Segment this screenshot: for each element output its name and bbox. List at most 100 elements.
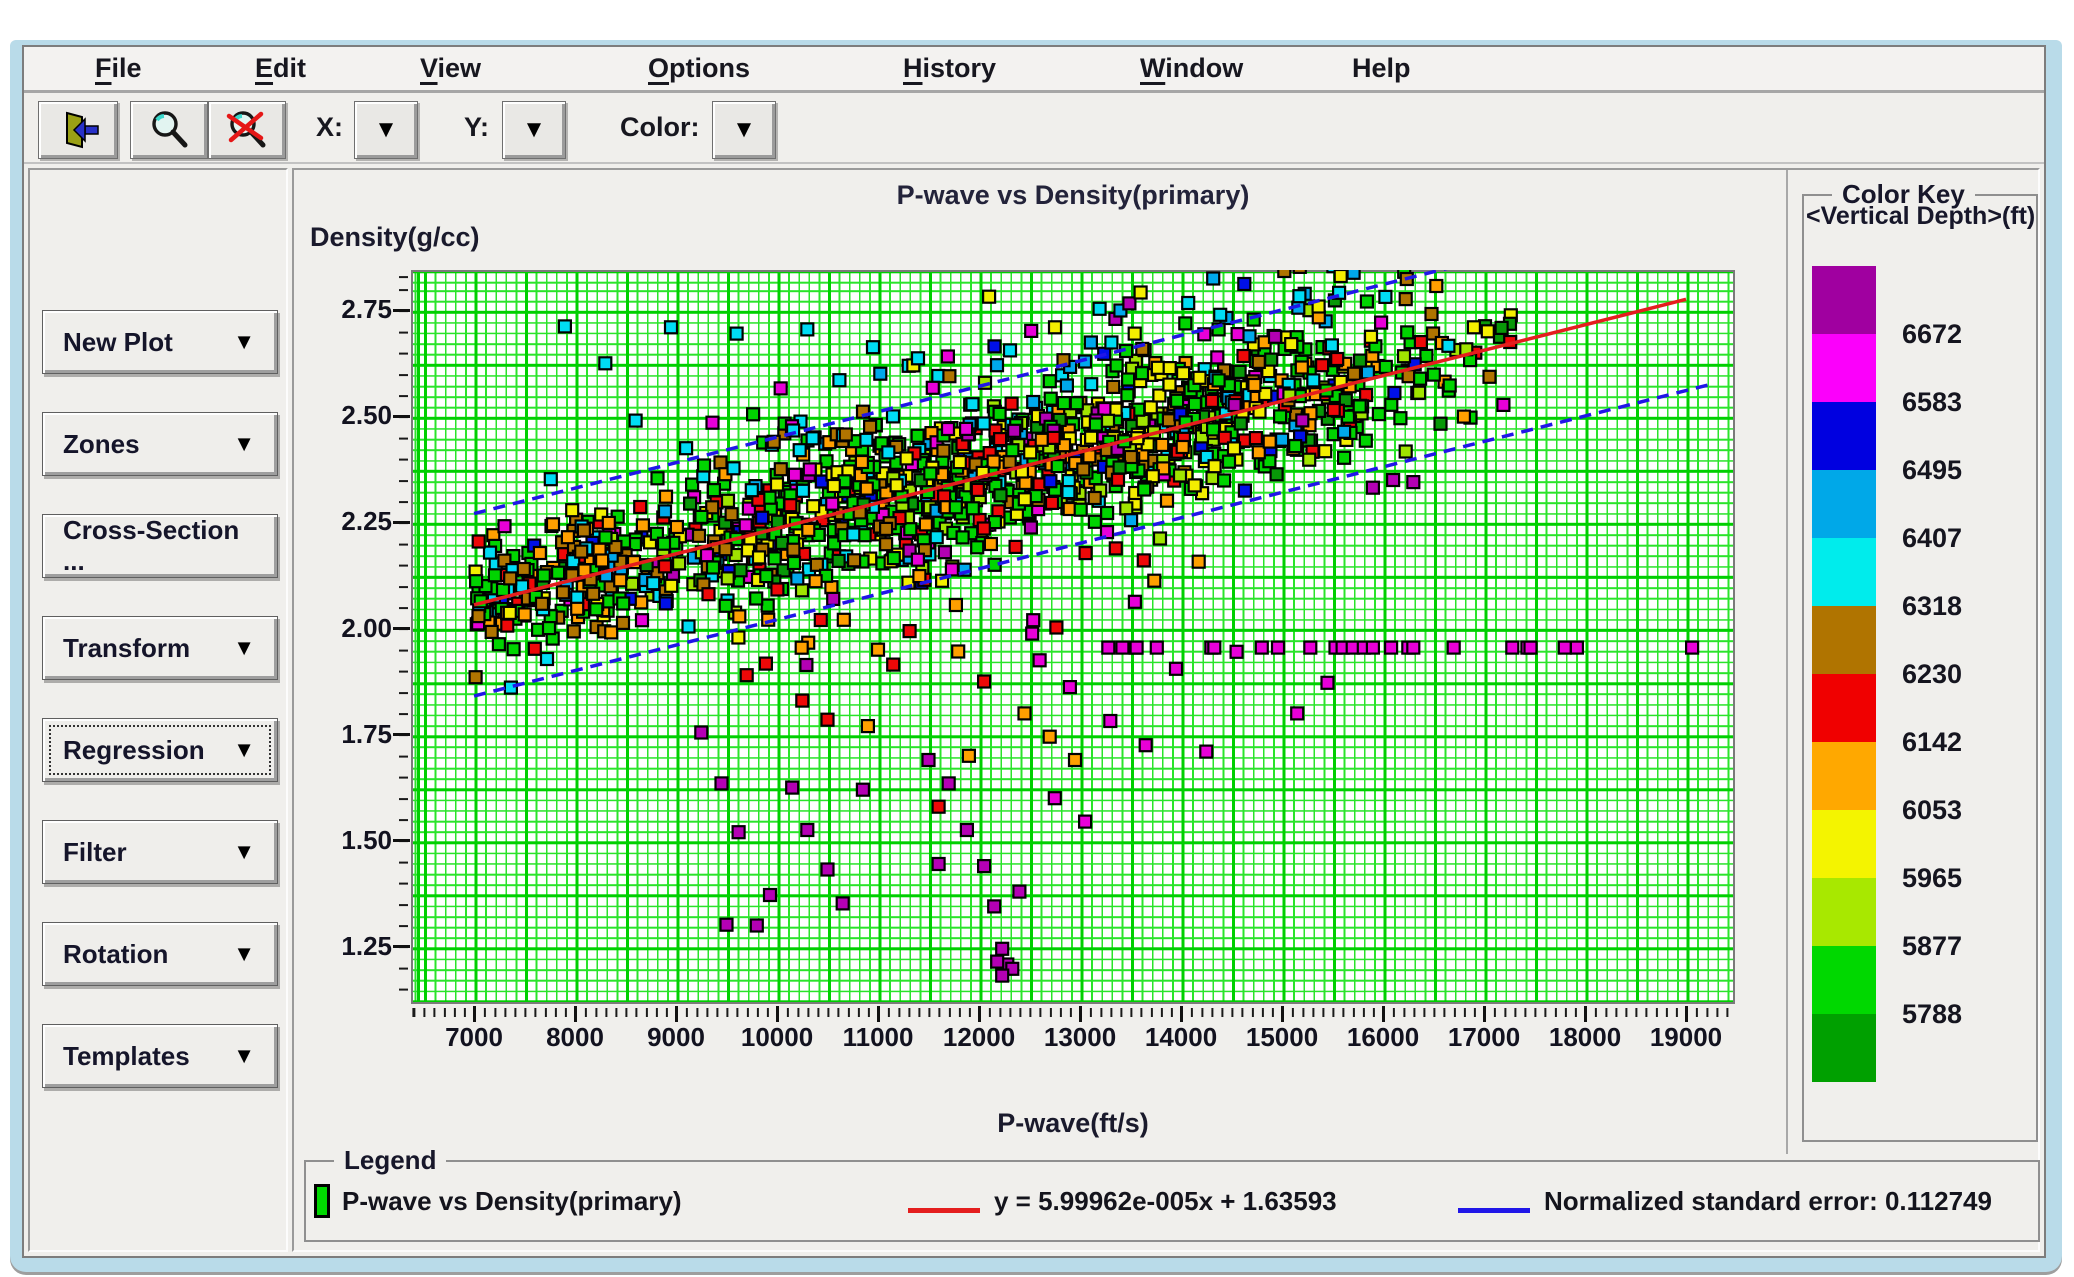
sidebar-button-label: Zones	[63, 429, 140, 460]
x-axis-field-label: X:	[316, 112, 343, 143]
sidebar-button-zones[interactable]: Zones▼	[42, 412, 278, 476]
sidebar-button-filter[interactable]: Filter▼	[42, 820, 278, 884]
color-key-label: 6583	[1902, 387, 1962, 418]
color-key-subtitle: <Vertical Depth>(ft)	[1806, 202, 2036, 231]
color-key-label: 6672	[1902, 319, 1962, 350]
y-tick-label: 2.00	[308, 613, 392, 644]
x-axis-dropdown[interactable]: ▼	[354, 101, 418, 159]
y-tick	[393, 627, 410, 630]
sidebar-button-label: Cross-Section ...	[63, 515, 255, 577]
chevron-down-icon: ▼	[522, 118, 546, 142]
x-tick	[978, 1006, 981, 1022]
x-tick	[1584, 1006, 1587, 1022]
color-key-band	[1812, 266, 1876, 334]
chevron-down-icon: ▼	[374, 118, 398, 142]
color-key-band	[1812, 674, 1876, 742]
color-key-band	[1812, 878, 1876, 946]
menu-item-window[interactable]: Window	[1140, 53, 1243, 84]
color-key-band	[1812, 742, 1876, 810]
color-key-label: 5877	[1902, 931, 1962, 962]
zoom-button[interactable]	[130, 101, 208, 159]
color-key-label: 6407	[1902, 523, 1962, 554]
color-key-label: 6495	[1902, 455, 1962, 486]
y-tick-label: 1.75	[308, 719, 392, 750]
color-dropdown[interactable]: ▼	[712, 101, 776, 159]
color-key-label: 6142	[1902, 727, 1962, 758]
x-tick	[1382, 1006, 1385, 1022]
x-tick	[1079, 1006, 1082, 1022]
y-tick-label: 2.75	[308, 294, 392, 325]
exit-door-icon	[55, 107, 101, 153]
chevron-down-icon: ▼	[233, 941, 255, 967]
legend-regression-label: y = 5.99962e-005x + 1.63593	[994, 1186, 1337, 1217]
plot-title: P-wave vs Density(primary)	[411, 180, 1735, 211]
color-key-label: 6053	[1902, 795, 1962, 826]
sidebar-button-cross-section[interactable]: Cross-Section ...	[42, 514, 278, 578]
x-axis-minor-ticks	[411, 1008, 1735, 1017]
sidebar-button-regression[interactable]: Regression ▼	[42, 718, 278, 782]
sidebar-button-rotation[interactable]: Rotation▼	[42, 922, 278, 986]
main-panel: P-wave vs Density(primary) Density(g/cc)…	[292, 168, 2040, 1252]
scatter-svg[interactable]	[411, 270, 1735, 1004]
x-tick	[574, 1006, 577, 1022]
y-axis-dropdown[interactable]: ▼	[502, 101, 566, 159]
x-tick	[776, 1006, 779, 1022]
sidebar-button-label: Templates	[63, 1041, 190, 1072]
regression-line-swatch	[908, 1208, 980, 1213]
sidebar-button-transform[interactable]: Transform▼	[42, 616, 278, 680]
color-key-box: Color Key <Vertical Depth>(ft) 667265836…	[1802, 194, 2038, 1142]
color-key-band	[1812, 946, 1876, 1014]
plot-panel: P-wave vs Density(primary) Density(g/cc)…	[294, 170, 1788, 1154]
y-tick	[393, 521, 410, 524]
y-axis-field-label: Y:	[464, 112, 489, 143]
color-key-band	[1812, 1014, 1876, 1082]
y-tick	[393, 839, 410, 842]
y-tick-label: 1.50	[308, 825, 392, 856]
legend-title: Legend	[334, 1145, 446, 1176]
unzoom-button[interactable]	[208, 101, 286, 159]
menu-item-history[interactable]: History	[903, 53, 996, 84]
y-axis-title: Density(g/cc)	[310, 222, 480, 253]
chevron-down-icon: ▼	[233, 329, 255, 355]
legend-box: Legend P-wave vs Density(primary) y = 5.…	[304, 1160, 2040, 1242]
x-tick	[1483, 1006, 1486, 1022]
color-field-label: Color:	[620, 112, 699, 143]
y-tick-label: 1.25	[308, 931, 392, 962]
sidebar-button-new-plot[interactable]: New Plot▼	[42, 310, 278, 374]
magnifier-icon	[147, 108, 191, 152]
menu-bar: File Edit View Options History Window Help	[24, 47, 2044, 93]
menu-item-file[interactable]: File	[95, 53, 142, 84]
chevron-down-icon: ▼	[233, 1043, 255, 1069]
app-chrome: File Edit View Options History Window Help	[22, 45, 2046, 1258]
sidebar-button-templates[interactable]: Templates ▼	[42, 1024, 278, 1088]
menu-item-view[interactable]: View	[420, 53, 481, 84]
color-key-label: 5965	[1902, 863, 1962, 894]
menu-item-options[interactable]: Options	[648, 53, 750, 84]
menu-item-edit[interactable]: Edit	[255, 53, 306, 84]
chevron-down-icon: ▼	[233, 737, 255, 763]
color-key-band	[1812, 470, 1876, 538]
sidebar-button-label: Filter	[63, 837, 127, 868]
sidebar-panel: New Plot▼Zones▼Cross-Section ...Transfor…	[28, 168, 288, 1252]
series-marker-swatch	[314, 1184, 330, 1218]
y-tick-label: 2.50	[308, 400, 392, 431]
x-tick	[877, 1006, 880, 1022]
legend-error-label: Normalized standard error: 0.112749	[1544, 1186, 1992, 1217]
color-key-band	[1812, 334, 1876, 402]
color-key-band	[1812, 606, 1876, 674]
color-key-band	[1812, 402, 1876, 470]
x-tick	[473, 1006, 476, 1022]
x-tick-label: 19000	[1626, 1022, 1746, 1053]
sidebar-button-label: Regression	[63, 735, 205, 766]
y-axis-minor-ticks	[399, 270, 408, 1004]
color-key-band	[1812, 810, 1876, 878]
y-tick	[393, 415, 410, 418]
magnifier-crossed-icon	[225, 108, 269, 152]
menu-item-help[interactable]: Help	[1352, 53, 1411, 84]
x-tick	[675, 1006, 678, 1022]
exit-button[interactable]	[38, 101, 118, 159]
x-axis-title: P-wave(ft/s)	[411, 1108, 1735, 1139]
color-key-bar	[1812, 266, 1876, 1082]
y-tick	[393, 945, 410, 948]
color-key-label: 6318	[1902, 591, 1962, 622]
